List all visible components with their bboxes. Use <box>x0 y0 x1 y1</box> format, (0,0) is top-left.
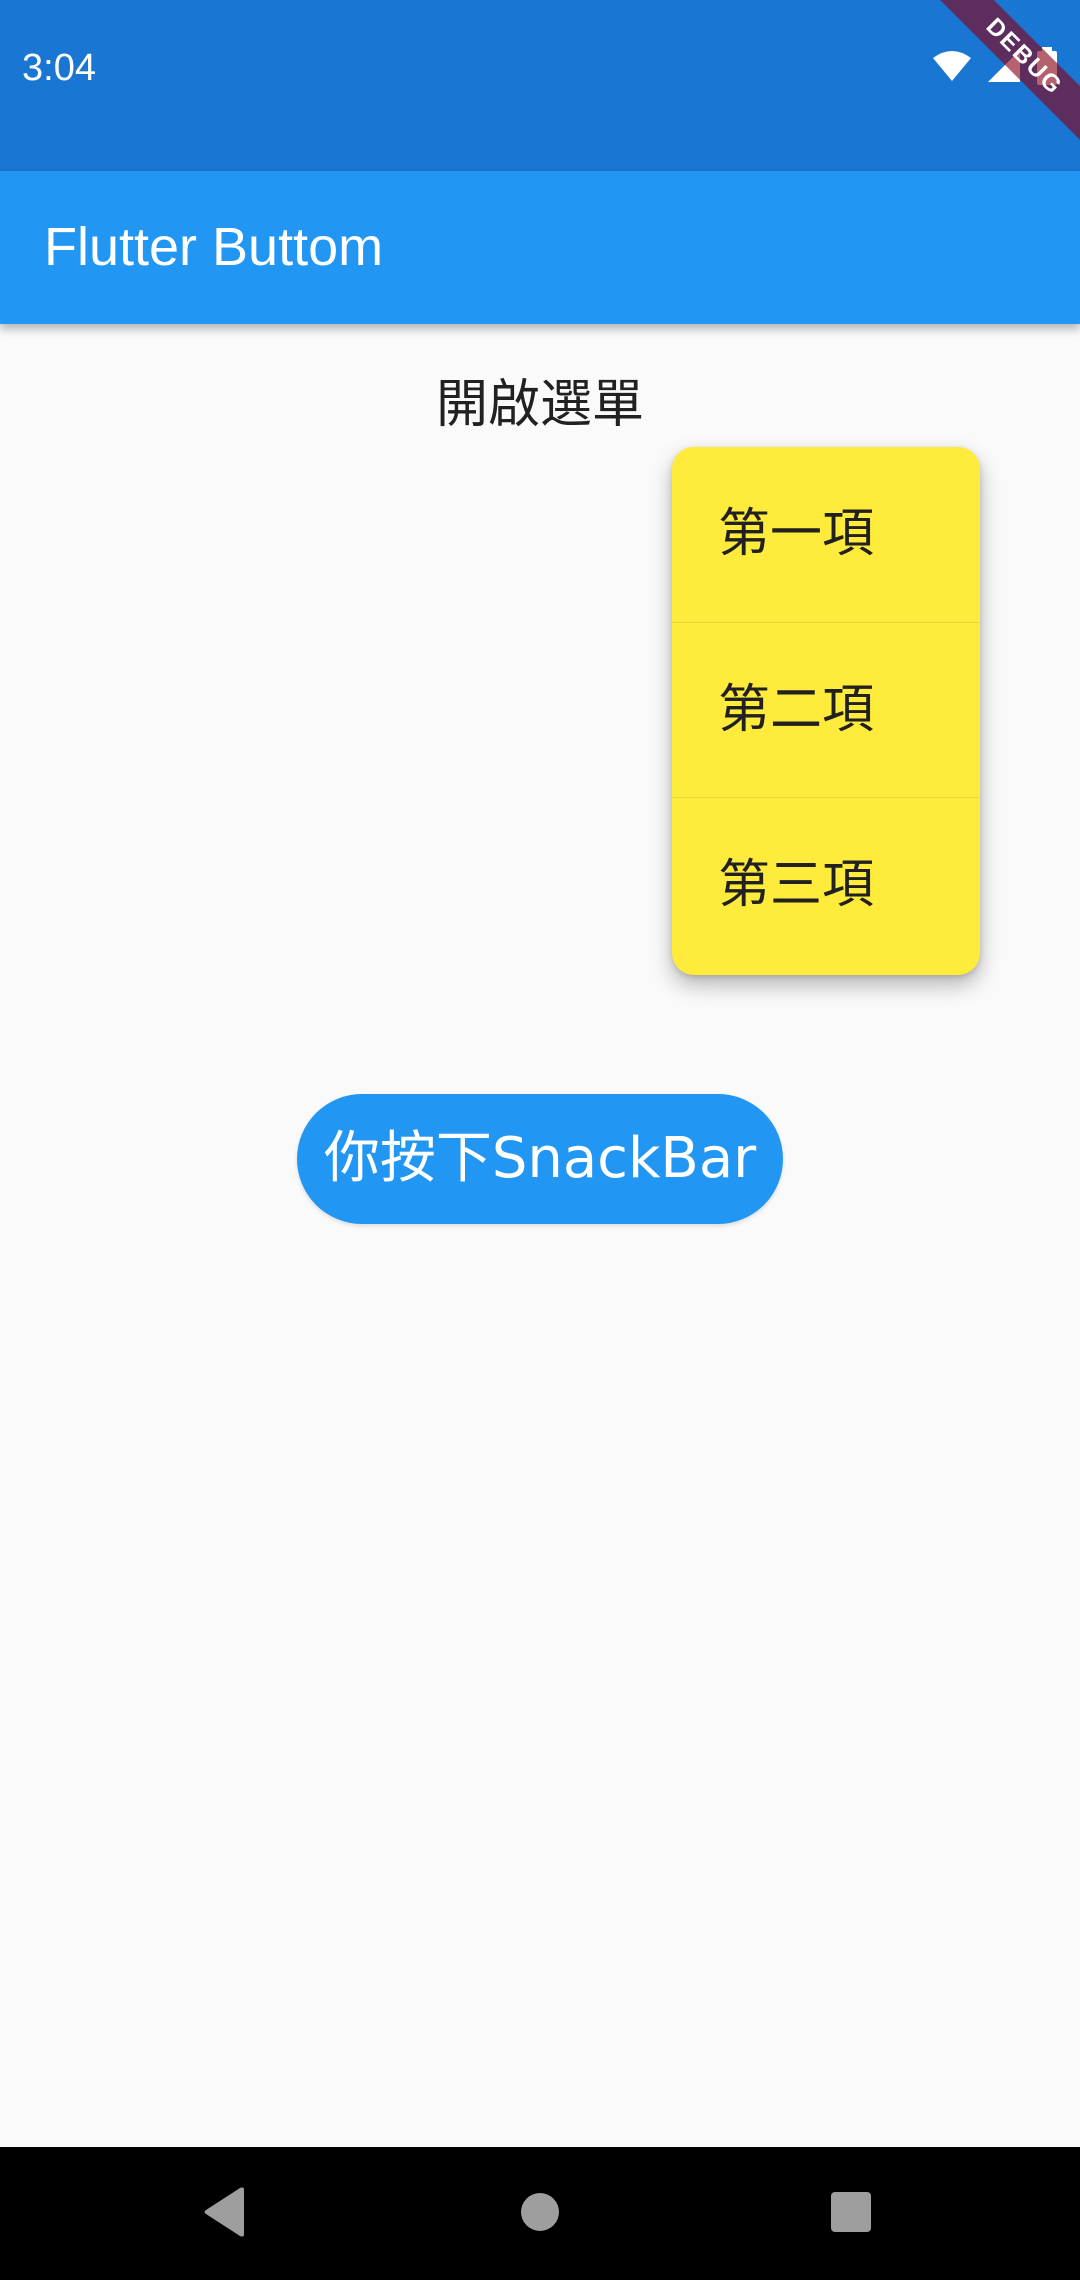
status-bar: 3:04 DEBUG <box>0 0 1080 171</box>
menu-item-first[interactable]: 第一項 <box>672 447 980 622</box>
signal-icon <box>986 48 1022 88</box>
recents-button[interactable] <box>811 2177 891 2251</box>
home-icon <box>520 2192 560 2236</box>
recents-icon <box>830 2191 872 2237</box>
back-icon <box>202 2186 248 2242</box>
navigation-bar <box>0 2147 1080 2280</box>
menu-item-third[interactable]: 第三項 <box>672 797 980 972</box>
open-menu-button[interactable]: 開啟選單 <box>380 360 700 450</box>
menu-item-second[interactable]: 第二項 <box>672 622 980 797</box>
home-button[interactable] <box>500 2177 580 2251</box>
snackbar-button[interactable]: 你按下SnackBar <box>297 1094 783 1224</box>
debug-banner: DEBUG <box>890 0 1080 190</box>
app-title: Flutter Buttom <box>44 217 384 277</box>
battery-icon <box>1036 47 1058 89</box>
wifi-icon <box>932 49 972 87</box>
status-time: 3:04 <box>22 47 96 89</box>
app-bar: Flutter Buttom <box>0 171 1080 324</box>
back-button[interactable] <box>185 2177 265 2251</box>
status-icons <box>932 47 1058 89</box>
popup-menu: 第一項 第二項 第三項 <box>672 447 980 975</box>
